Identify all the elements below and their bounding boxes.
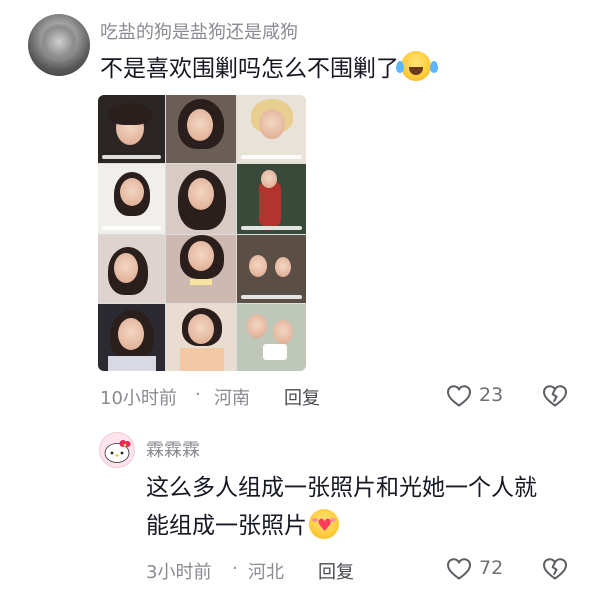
- meta-separator: ·: [195, 384, 201, 405]
- heart-outline-icon[interactable]: [446, 557, 472, 581]
- comment-username[interactable]: 吃盐的狗是盐狗还是咸狗: [100, 18, 298, 44]
- reply-text-line1: 这么多人组成一张照片和光她一个人就: [146, 475, 537, 501]
- collage-tile: [237, 95, 306, 163]
- collage-tile: [166, 304, 236, 371]
- collage-tile: [166, 235, 236, 303]
- reply-button[interactable]: 回复: [284, 384, 320, 410]
- collage-tile: [166, 164, 236, 234]
- collage-tile: [98, 235, 165, 303]
- collage-tile: [237, 164, 306, 234]
- collage-tile: [237, 304, 306, 371]
- face-with-tears-of-joy-emoji: [396, 51, 431, 81]
- collage-tile: [98, 304, 165, 371]
- comment-time: 10小时前: [100, 388, 177, 409]
- collage-tile: [237, 235, 306, 303]
- like-count: 23: [479, 384, 504, 406]
- reply-button[interactable]: 回复: [318, 558, 354, 584]
- collage-tile: [98, 164, 165, 234]
- like-count: 72: [479, 557, 504, 579]
- collage-tile: [98, 95, 165, 163]
- comment-text: 不是喜欢围剿吗怎么不围剿了: [100, 49, 431, 89]
- broken-heart-icon[interactable]: [542, 557, 568, 581]
- reply-username[interactable]: 霖霖霖: [146, 436, 200, 462]
- heart-outline-icon[interactable]: [446, 384, 472, 408]
- broken-heart-icon[interactable]: [542, 384, 568, 408]
- commenter-avatar[interactable]: [28, 14, 90, 76]
- comment-text-content: 不是喜欢围剿吗怎么不围剿了: [100, 56, 399, 82]
- smiling-face-holding-heart-emoji: [309, 509, 339, 539]
- reply-time: 3小时前: [146, 562, 212, 583]
- comment-image-collage[interactable]: [98, 95, 306, 371]
- reply-text: 能组成一张照片: [146, 506, 339, 546]
- meta-separator: ·: [232, 558, 238, 579]
- comment-location: 河南: [214, 388, 250, 409]
- reply-text-line2: 能组成一张照片: [146, 513, 307, 539]
- reply-avatar[interactable]: [99, 432, 135, 468]
- collage-tile: [166, 95, 236, 163]
- reply-location: 河北: [248, 562, 284, 583]
